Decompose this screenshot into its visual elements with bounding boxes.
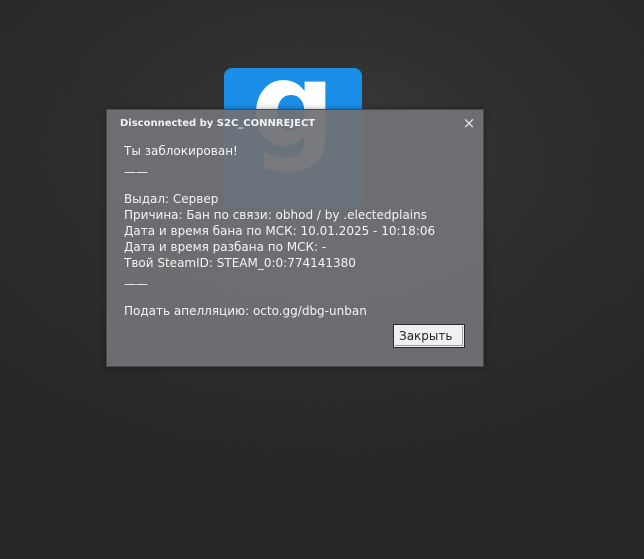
close-button[interactable]: Закрыть [393,324,465,348]
separator-line: —— [124,165,148,179]
separator-line: —— [124,277,148,291]
disconnect-dialog: Disconnected by S2C_CONNREJECT × Ты забл… [106,109,484,367]
reason-text: Причина: Бан по связи: obhod / by .elect… [124,208,427,222]
unban-date-text: Дата и время разбана по МСК: - [124,240,327,254]
issued-by-text: Выдал: Сервер [124,192,219,206]
ban-date-text: Дата и время бана по МСК: 10.01.2025 - 1… [124,224,436,238]
appeal-text: Подать апелляцию: octo.gg/dbg-unban [124,304,367,318]
banned-message: Ты заблокирован! [124,144,238,158]
steam-id-text: Твой SteamID: STEAM_0:0:774141380 [124,256,356,270]
dialog-title: Disconnected by S2C_CONNREJECT [120,118,316,129]
close-icon[interactable]: × [462,116,476,131]
